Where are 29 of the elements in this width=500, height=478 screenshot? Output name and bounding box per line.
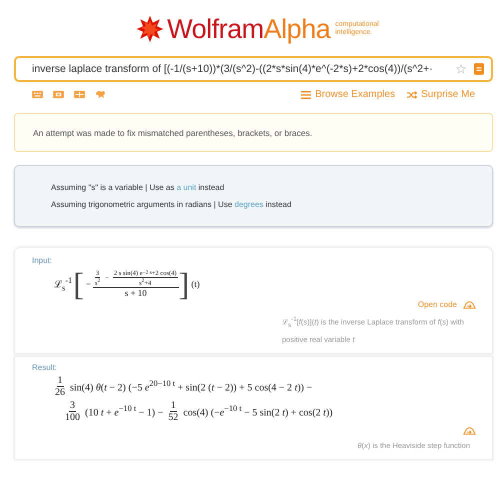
assumption-text: Assuming trigonometric arguments in radians | Use degrees instead bbox=[51, 199, 292, 211]
cloud-arrow-icon bbox=[463, 300, 476, 308]
formula-text: cos(4) (−e$^{−10 t}$ − 5 sin(2 t) + cos(2 t)) bbox=[183, 404, 333, 419]
grid-icon[interactable] bbox=[74, 90, 85, 99]
shuffle-icon bbox=[407, 90, 418, 98]
fraction: 1 26 bbox=[54, 375, 66, 398]
brand-name: WolframAlpha bbox=[167, 14, 330, 44]
animal-icon[interactable] bbox=[95, 90, 106, 99]
star-icon[interactable] bbox=[456, 64, 466, 74]
assumption-text: Assuming "s" is a variable | Use as a unit instead bbox=[51, 182, 226, 194]
surprise-me-link[interactable]: Surprise Me bbox=[407, 89, 475, 100]
pod-title: Input: bbox=[32, 256, 54, 265]
cloud-arrow-icon[interactable] bbox=[463, 427, 476, 435]
assumption-link[interactable]: a unit bbox=[176, 183, 196, 192]
search-field[interactable]: inverse laplace transform of [(-1/(s+10))*(3/(s^2)-((2*s*sin(4)*e^(-2*s)+2*cos(4))/(s^2+· bbox=[14, 56, 493, 82]
menu-icon[interactable] bbox=[474, 63, 484, 75]
formula-text: (10 t + e$^{−10 t}$ − 1) − bbox=[85, 404, 164, 419]
fraction: 1 52 bbox=[167, 400, 180, 423]
formula-text: sin(4) θ(t − 2) (−5 e$^{20−10 t}$ + sin(2 (t − 2)) + 5 cos(4 − 2 t)) − bbox=[70, 379, 312, 394]
assumption-link[interactable]: degrees bbox=[234, 200, 264, 209]
image-icon[interactable] bbox=[53, 90, 64, 99]
fraction: 3 100 bbox=[64, 400, 81, 423]
browse-examples-link[interactable]: Browse Examples bbox=[301, 89, 396, 100]
list-icon bbox=[301, 90, 312, 98]
pod-title: Result: bbox=[32, 363, 58, 372]
star-logo-icon bbox=[136, 15, 164, 43]
notice-text: An attempt was made to fix mismatched parentheses, brackets, or braces. bbox=[33, 128, 312, 138]
open-code-link[interactable]: Open code bbox=[418, 300, 476, 309]
keyboard-icon[interactable] bbox=[32, 90, 43, 99]
